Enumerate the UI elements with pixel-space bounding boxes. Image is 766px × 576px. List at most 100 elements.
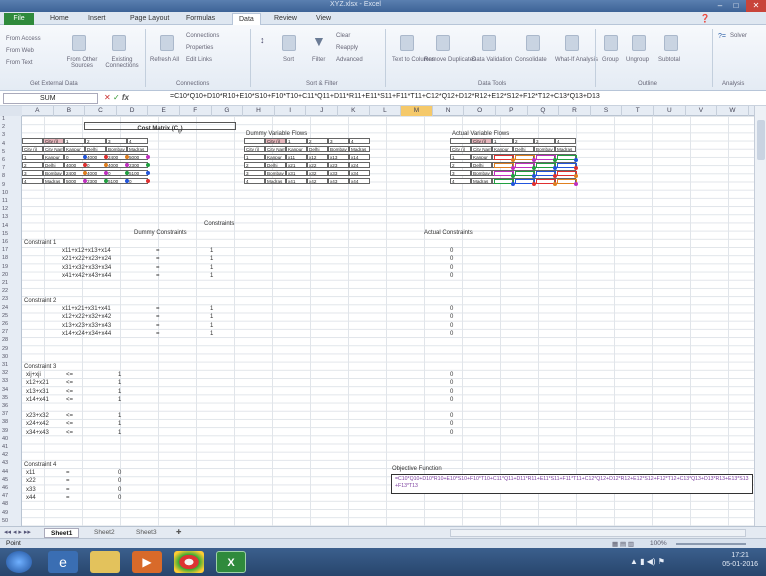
internet-explorer-icon[interactable]: e [48, 551, 78, 573]
table-corner[interactable] [22, 138, 43, 144]
row-header[interactable]: 2 [2, 124, 5, 130]
tray-icons[interactable]: ▲ ▮ ◀) ⚑ [630, 557, 665, 566]
data-cell[interactable]: 0 [106, 170, 127, 176]
data-cell[interactable]: Delhi [265, 162, 286, 168]
reapply-button[interactable]: Reapply [336, 45, 358, 51]
formula-input[interactable]: =C10*Q10+D10*R10+E10*S10+F10*T10+C11*Q11… [170, 93, 600, 100]
select-all-corner[interactable] [0, 106, 22, 116]
constraint-operator[interactable]: <= [66, 372, 73, 378]
column-name[interactable]: City (i) [22, 146, 43, 152]
constraint-actual-value[interactable]: 0 [450, 331, 453, 337]
data-cell[interactable]: x34 [349, 170, 370, 176]
minimize-button[interactable]: – [712, 0, 728, 12]
data-cell[interactable]: x42 [307, 178, 328, 184]
data-cell[interactable]: x32 [307, 170, 328, 176]
group-icon[interactable] [604, 35, 618, 51]
data-cell[interactable]: 4000 [106, 162, 127, 168]
zoom-slider[interactable] [676, 543, 746, 545]
row-header[interactable]: 1 [2, 116, 5, 122]
row-header[interactable]: 40 [2, 436, 8, 442]
tab-data[interactable]: Data [232, 13, 261, 25]
remove-duplicates-icon[interactable] [436, 35, 450, 51]
data-cell[interactable]: 5100 [106, 178, 127, 184]
consolidate-icon[interactable] [526, 35, 540, 51]
data-cell[interactable]: x13 [328, 154, 349, 160]
constraint-rhs[interactable]: 1 [210, 331, 213, 337]
row-header[interactable]: 36 [2, 403, 8, 409]
constraint-operator[interactable]: = [66, 470, 70, 476]
data-cell[interactable]: 2300 [127, 162, 148, 168]
constraint-operator[interactable]: = [156, 265, 160, 271]
row-header[interactable]: 38 [2, 419, 8, 425]
constraint-rhs[interactable]: 1 [118, 389, 121, 395]
data-cell[interactable]: Madras [471, 178, 492, 184]
column-index[interactable]: 3 [328, 138, 349, 144]
row-header[interactable]: 50 [2, 518, 8, 524]
row-header[interactable]: 23 [2, 296, 8, 302]
constraint-operator[interactable]: <= [66, 430, 73, 436]
column-header-q[interactable]: Q [528, 106, 560, 116]
column-name[interactable]: City Name [43, 146, 64, 152]
column-header-c[interactable]: C [85, 106, 117, 116]
constraint-rhs[interactable]: 1 [210, 273, 213, 279]
constraint-rhs[interactable]: 0 [118, 470, 121, 476]
row-header[interactable]: 42 [2, 452, 8, 458]
data-cell[interactable]: x44 [349, 178, 370, 184]
column-index[interactable]: 3 [106, 138, 127, 144]
constraint-expression[interactable]: x22 [26, 478, 36, 484]
fx-icon[interactable]: fx [122, 93, 129, 102]
tab-home[interactable]: Home [44, 13, 75, 25]
column-header-d[interactable]: D [117, 106, 149, 116]
column-name[interactable]: City (i) [244, 146, 265, 152]
what-if-analysis-icon[interactable] [565, 35, 579, 51]
column-index[interactable]: 1 [492, 138, 513, 144]
row-header[interactable]: 25 [2, 313, 8, 319]
row-header[interactable]: 19 [2, 264, 8, 270]
constraint-operator[interactable]: <= [66, 421, 73, 427]
filter-icon[interactable]: ▼ [312, 33, 326, 49]
constraint-expression[interactable]: x14+x41 [26, 397, 49, 403]
data-cell[interactable]: Kanpur [43, 154, 64, 160]
data-cell[interactable]: 1 [22, 154, 43, 160]
tab-insert[interactable]: Insert [82, 13, 112, 25]
constraint-operator[interactable]: <= [66, 397, 73, 403]
constraint-operator[interactable]: = [156, 306, 160, 312]
constraint-rhs[interactable]: 1 [118, 397, 121, 403]
column-header-b[interactable]: B [54, 106, 86, 116]
constraint-operator[interactable]: = [156, 248, 160, 254]
constraint-operator[interactable]: <= [66, 380, 73, 386]
row-header[interactable]: 47 [2, 493, 8, 499]
column-index[interactable]: City (j) [471, 138, 492, 144]
row-header[interactable]: 30 [2, 354, 8, 360]
constraint-actual-value[interactable]: 0 [450, 323, 453, 329]
constraint-expression[interactable]: x41+x42+x43+x44 [62, 273, 111, 279]
properties-button[interactable]: Properties [186, 45, 213, 51]
subtotal-icon[interactable] [664, 35, 678, 51]
constraint-rhs[interactable]: 1 [210, 306, 213, 312]
clock[interactable]: 17:21 05-01-2016 [722, 551, 758, 569]
constraint-rhs[interactable]: 1 [118, 421, 121, 427]
constraint-expression[interactable]: x23+x32 [26, 413, 49, 419]
column-header-p[interactable]: P [496, 106, 528, 116]
data-cell[interactable]: 3 [244, 170, 265, 176]
constraint-actual-value[interactable]: 0 [450, 372, 453, 378]
sheet-tab-2[interactable]: Sheet2 [88, 528, 121, 538]
constraint-actual-value[interactable]: 0 [450, 380, 453, 386]
data-cell[interactable]: x33 [328, 170, 349, 176]
row-header[interactable]: 14 [2, 223, 8, 229]
column-name[interactable]: City (i) [450, 146, 471, 152]
constraint-operator[interactable]: <= [66, 389, 73, 395]
constraint-actual-value[interactable]: 0 [450, 306, 453, 312]
data-validation-icon[interactable] [482, 35, 496, 51]
constraint-actual-value[interactable]: 0 [450, 413, 453, 419]
from-access-button[interactable]: From Access [6, 33, 41, 42]
file-explorer-icon[interactable] [90, 551, 120, 573]
row-header[interactable]: 44 [2, 469, 8, 475]
constraint-rhs[interactable]: 1 [210, 314, 213, 320]
table-corner[interactable] [450, 138, 471, 144]
data-cell[interactable]: 2400 [64, 170, 85, 176]
horizontal-scrollbar[interactable] [450, 529, 746, 537]
data-cell[interactable]: x12 [307, 154, 328, 160]
data-cell[interactable]: x22 [307, 162, 328, 168]
row-header[interactable]: 16 [2, 239, 8, 245]
